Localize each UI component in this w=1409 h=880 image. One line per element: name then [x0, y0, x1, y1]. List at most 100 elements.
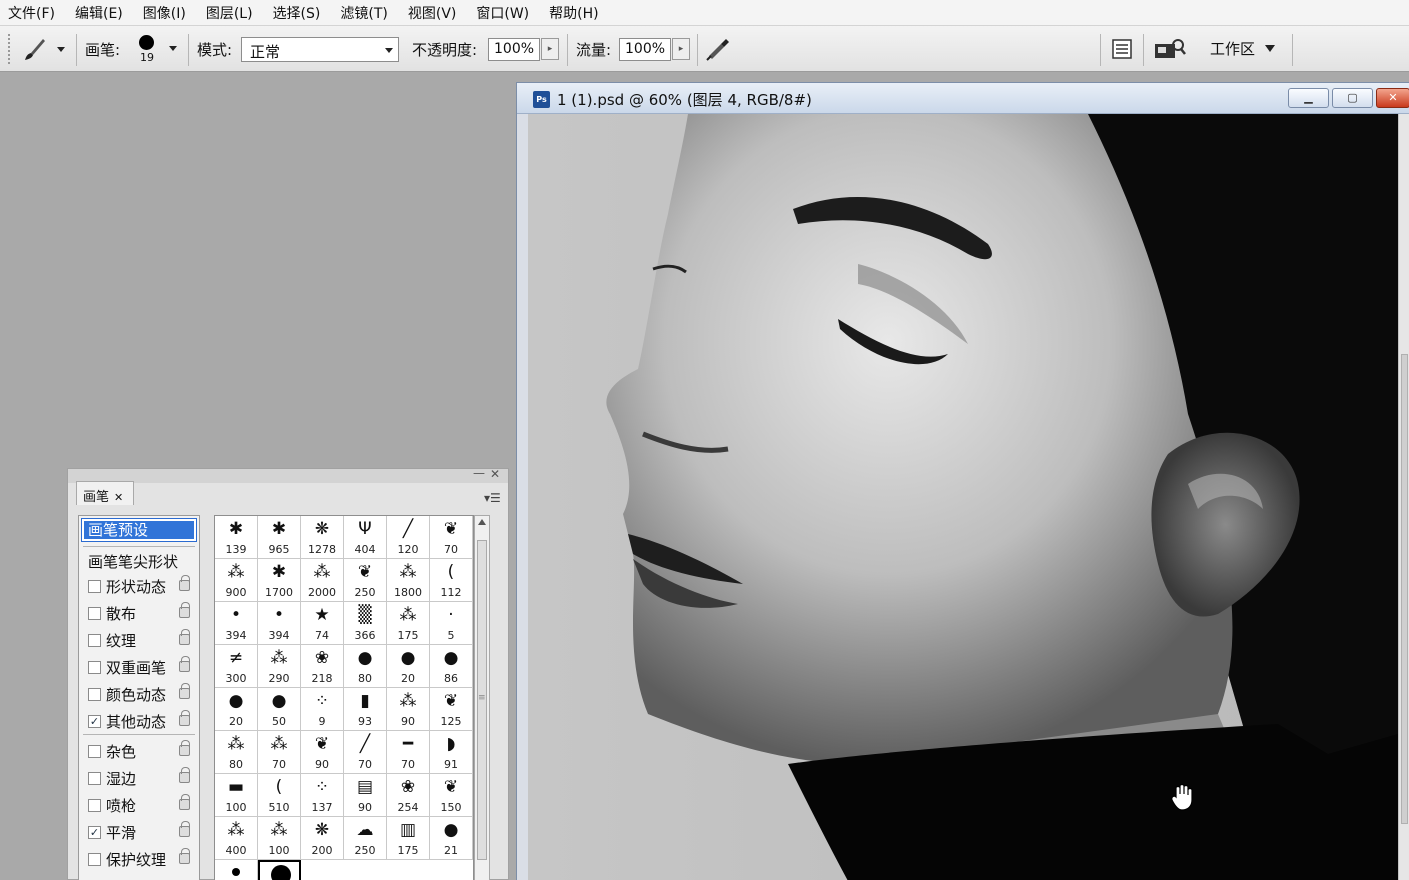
brush-preset-cell[interactable]: ❋ 1278 [301, 516, 344, 559]
brush-preset-cell[interactable]: Ψ 404 [344, 516, 387, 559]
canvas[interactable] [528, 114, 1398, 880]
palette-toggle-icon[interactable] [1111, 38, 1133, 60]
brush-option-row[interactable]: 湿边 [79, 765, 199, 791]
brush-preset-cell[interactable]: ╱ 120 [387, 516, 430, 559]
brush-preset-cell[interactable]: ⁂ 400 [215, 817, 258, 860]
brush-option-row[interactable]: ✓ 其他动态 [79, 708, 199, 734]
brush-preset-cell[interactable]: ⁂ 70 [258, 731, 301, 774]
brush-option-row[interactable]: 双重画笔 [79, 654, 199, 680]
brush-option-row[interactable]: 杂色 [79, 738, 199, 764]
lock-icon[interactable] [179, 767, 190, 783]
checkbox[interactable] [88, 580, 101, 593]
lock-icon[interactable] [179, 710, 190, 726]
lock-icon[interactable] [179, 821, 190, 837]
brush-option-row[interactable]: 保护纹理 [79, 846, 199, 872]
brush-preset-cell[interactable]: · 5 [430, 602, 473, 645]
brush-preset-cell[interactable]: ❦ 90 [301, 731, 344, 774]
checkbox[interactable] [88, 772, 101, 785]
checkbox[interactable] [88, 745, 101, 758]
checkbox[interactable] [88, 607, 101, 620]
brush-preset-cell[interactable]: ⁘ 9 [301, 688, 344, 731]
brush-preset-cell[interactable]: ╱ 70 [344, 731, 387, 774]
brush-preset-cell[interactable]: ● 21 [430, 817, 473, 860]
scrollbar-thumb[interactable] [1401, 354, 1408, 824]
mode-select[interactable]: 正常 [241, 37, 399, 62]
lock-icon[interactable] [179, 656, 190, 672]
lock-icon[interactable] [179, 848, 190, 864]
menu-view[interactable]: 视图(V) [408, 3, 457, 23]
brush-option-row[interactable]: 颜色动态 [79, 681, 199, 707]
maximize-button[interactable]: ▢ [1332, 88, 1373, 108]
brush-preset-cell-selected[interactable] [258, 860, 301, 880]
tool-preset-picker[interactable] [22, 36, 66, 62]
opacity-input[interactable]: 100% [488, 38, 540, 61]
lock-icon[interactable] [179, 602, 190, 618]
brush-preset-cell[interactable]: ▒ 366 [344, 602, 387, 645]
brush-preset-cell[interactable]: ❦ 70 [430, 516, 473, 559]
tab-brushes[interactable]: 画笔 ✕ [76, 481, 134, 505]
minimize-button[interactable]: ▁ [1288, 88, 1329, 108]
document-title-bar[interactable]: Ps 1 (1).psd @ 60% (图层 4, RGB/8#) ▁ ▢ ✕ [517, 83, 1409, 114]
brush-preset-cell[interactable]: ● 50 [258, 688, 301, 731]
checkbox[interactable] [88, 661, 101, 674]
brush-preset-cell[interactable]: ❦ 150 [430, 774, 473, 817]
brush-preset-cell[interactable]: ● 20 [215, 688, 258, 731]
brush-preset-cell[interactable]: ● 80 [344, 645, 387, 688]
brush-preset-cell[interactable]: ▥ 175 [387, 817, 430, 860]
brush-preset-cell[interactable]: ❀ 218 [301, 645, 344, 688]
brush-tip-shape-item[interactable]: 画笔笔尖形状 [79, 548, 199, 574]
document-vertical-scrollbar[interactable] [1398, 114, 1409, 880]
flow-slider-toggle[interactable]: ▸ [672, 38, 690, 60]
brush-preset-cell[interactable] [215, 860, 258, 880]
menu-filter[interactable]: 滤镜(T) [340, 3, 387, 23]
brush-grid-scrollbar[interactable]: ≡ [474, 515, 490, 880]
checkbox[interactable] [88, 634, 101, 647]
brush-preset-cell[interactable]: ❦ 125 [430, 688, 473, 731]
brush-preset-cell[interactable]: ✱ 1700 [258, 559, 301, 602]
brush-preset-cell[interactable]: ⁘ 137 [301, 774, 344, 817]
panel-drag-strip[interactable] [68, 469, 508, 483]
brush-preset-cell[interactable]: ━ 70 [387, 731, 430, 774]
brush-option-row[interactable]: 散布 [79, 600, 199, 626]
checkbox[interactable] [88, 688, 101, 701]
bridge-icon[interactable] [1153, 37, 1187, 61]
scroll-up-icon[interactable] [478, 519, 486, 525]
close-icon[interactable]: ✕ [114, 491, 123, 504]
brush-preset-cell[interactable]: ⁂ 100 [258, 817, 301, 860]
lock-icon[interactable] [179, 740, 190, 756]
brush-option-row[interactable]: 形状动态 [79, 573, 199, 599]
brush-presets-item[interactable]: 画笔预设 [81, 518, 197, 542]
flow-input[interactable]: 100% [619, 38, 671, 61]
brush-preset-cell[interactable]: ⁂ 290 [258, 645, 301, 688]
brush-preset-cell[interactable]: ▮ 93 [344, 688, 387, 731]
brush-preset-cell[interactable]: ⁂ 80 [215, 731, 258, 774]
brush-preset-cell[interactable]: ⁂ 1800 [387, 559, 430, 602]
checkbox-checked[interactable]: ✓ [88, 826, 101, 839]
opacity-slider-toggle[interactable]: ▸ [541, 38, 559, 60]
brush-preset-cell[interactable]: ▤ 90 [344, 774, 387, 817]
brush-preset-cell[interactable]: ⁂ 175 [387, 602, 430, 645]
brush-preset-cell[interactable]: • 394 [258, 602, 301, 645]
brush-preset-cell[interactable]: ● 20 [387, 645, 430, 688]
brush-preset-cell[interactable]: ✱ 139 [215, 516, 258, 559]
brush-preset-cell[interactable]: ✱ 965 [258, 516, 301, 559]
menu-help[interactable]: 帮助(H) [549, 3, 598, 23]
close-button[interactable]: ✕ [1376, 88, 1409, 108]
brush-preset-cell[interactable]: ★ 74 [301, 602, 344, 645]
brush-option-row[interactable]: 纹理 [79, 627, 199, 653]
options-bar-grip[interactable] [8, 34, 14, 64]
brush-preset-cell[interactable]: ⁂ 90 [387, 688, 430, 731]
brush-preset-cell[interactable]: ☁ 250 [344, 817, 387, 860]
menu-edit[interactable]: 编辑(E) [75, 3, 123, 23]
lock-icon[interactable] [179, 683, 190, 699]
checkbox-checked[interactable]: ✓ [88, 715, 101, 728]
brush-option-row[interactable]: 喷枪 [79, 792, 199, 818]
panel-menu-icon[interactable]: ▾☰ [484, 491, 501, 505]
brush-picker[interactable]: 19 [134, 32, 182, 66]
workspace-menu[interactable]: 工作区 [1204, 36, 1284, 62]
brush-preset-cell[interactable]: • 394 [215, 602, 258, 645]
menu-file[interactable]: 文件(F) [8, 3, 55, 23]
panel-minimize-button[interactable]: — [473, 466, 485, 480]
lock-icon[interactable] [179, 794, 190, 810]
lock-icon[interactable] [179, 575, 190, 591]
